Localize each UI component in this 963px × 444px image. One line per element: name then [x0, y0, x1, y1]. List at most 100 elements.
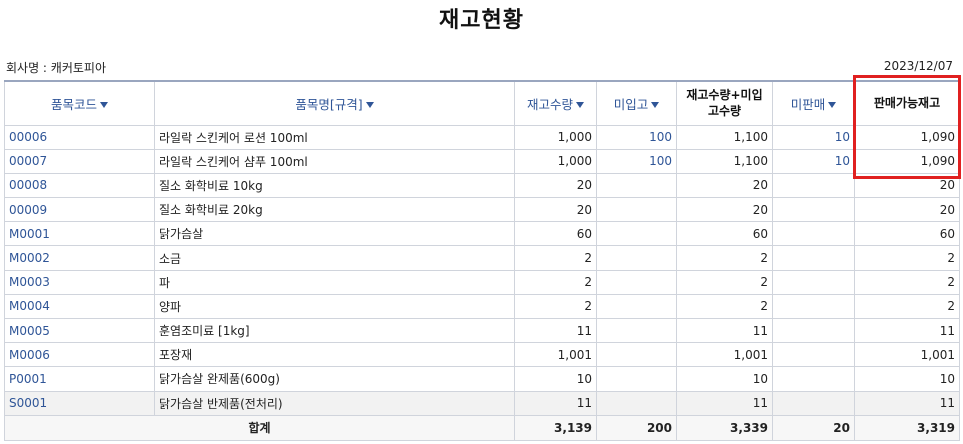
cell-available: 1,090: [854, 124, 960, 150]
cell-total: 11: [676, 317, 773, 344]
cell-unsold: [772, 317, 855, 344]
cell-available: 1,090: [854, 148, 960, 174]
cell-name: 소금: [154, 245, 515, 271]
cell-available: 1,001: [854, 342, 960, 368]
cell-total: 1,001: [676, 342, 773, 368]
column-header-total-line2: 고수량: [707, 104, 742, 119]
table-row[interactable]: M0005 훈염조미료 [1kg] 11 11 11: [4, 317, 960, 344]
cell-stock: 20: [514, 172, 597, 199]
column-header-name[interactable]: 품목명[규격]: [154, 80, 515, 126]
cell-total: 60: [676, 221, 773, 247]
cell-code[interactable]: 00008: [4, 172, 155, 199]
cell-total: 20: [676, 197, 773, 223]
sort-down-icon[interactable]: [100, 102, 108, 109]
table-row[interactable]: S0001 닭가슴살 반제품(전처리) 11 11 11: [4, 390, 960, 416]
table-row[interactable]: M0006 포장재 1,001 1,001 1,001: [4, 342, 960, 368]
cell-stock: 1,000: [514, 148, 597, 174]
table-row[interactable]: 00006 라일락 스킨케어 로션 100ml 1,000 100 1,100 10 1,0…: [4, 124, 960, 150]
cell-available: 11: [854, 317, 960, 344]
inventory-table: 품목코드 품목명[규격] 재고수량 미입고 재고수량+미입 고수량 미판매 판매…: [4, 80, 960, 441]
cell-total: 2: [676, 269, 773, 295]
cell-incoming: [596, 172, 677, 199]
cell-stock: 2: [514, 293, 597, 320]
cell-code[interactable]: M0006: [4, 342, 155, 368]
cell-code[interactable]: 00009: [4, 197, 155, 223]
table-body: 00006 라일락 스킨케어 로션 100ml 1,000 100 1,100 10 1,0…: [4, 124, 960, 416]
cell-unsold: [772, 390, 855, 416]
cell-name: 양파: [154, 293, 515, 320]
cell-name: 질소 화학비료 10kg: [154, 172, 515, 199]
table-row[interactable]: 00009 질소 화학비료 20kg 20 20 20: [4, 197, 960, 223]
table-row[interactable]: M0004 양파 2 2 2: [4, 293, 960, 320]
cell-incoming: [596, 317, 677, 344]
cell-unsold: 10: [772, 124, 855, 150]
cell-name: 포장재: [154, 342, 515, 368]
cell-code[interactable]: M0001: [4, 221, 155, 247]
cell-name: 닭가슴살 완제품(600g): [154, 366, 515, 392]
cell-total: 1,100: [676, 124, 773, 150]
cell-name: 질소 화학비료 20kg: [154, 197, 515, 223]
cell-unsold: [772, 172, 855, 199]
cell-available: 10: [854, 366, 960, 392]
cell-stock: 11: [514, 317, 597, 344]
cell-incoming: 100: [596, 124, 677, 150]
cell-name: 라일락 스킨케어 로션 100ml: [154, 124, 515, 150]
table-row[interactable]: M0002 소금 2 2 2: [4, 245, 960, 271]
cell-stock: 1,000: [514, 124, 597, 150]
column-header-incoming[interactable]: 미입고: [596, 80, 677, 126]
company-name: 회사명 : 캐커토피아: [6, 61, 106, 75]
sort-down-icon[interactable]: [365, 102, 374, 109]
sort-down-icon[interactable]: [828, 102, 837, 109]
sort-down-icon[interactable]: [576, 102, 584, 109]
cell-incoming: [596, 366, 677, 392]
table-row[interactable]: 00007 라일락 스킨케어 샴푸 100ml 1,000 100 1,100 10 1,0…: [4, 148, 960, 174]
column-header-incoming-label: 미입고: [613, 96, 649, 112]
table-row[interactable]: M0001 닭가슴살 60 60 60: [4, 221, 960, 247]
cell-code[interactable]: 00007: [4, 148, 155, 174]
cell-name: 훈염조미료 [1kg]: [154, 317, 515, 344]
totals-label: 합계: [4, 414, 515, 441]
cell-name: 파: [154, 269, 515, 295]
cell-available: 60: [854, 221, 960, 247]
cell-code[interactable]: P0001: [4, 366, 155, 392]
column-header-code[interactable]: 품목코드: [4, 80, 155, 126]
cell-code[interactable]: 00006: [4, 124, 155, 150]
table-row[interactable]: M0003 파 2 2 2: [4, 269, 960, 295]
cell-unsold: [772, 366, 855, 392]
totals-unsold: 20: [772, 414, 855, 441]
cell-available: 11: [854, 390, 960, 416]
cell-code[interactable]: M0003: [4, 269, 155, 295]
cell-total: 11: [676, 390, 773, 416]
table-row[interactable]: 00008 질소 화학비료 10kg 20 20 20: [4, 172, 960, 199]
cell-incoming: [596, 293, 677, 320]
cell-available: 2: [854, 269, 960, 295]
table-row[interactable]: P0001 닭가슴살 완제품(600g) 10 10 10: [4, 366, 960, 392]
column-header-code-label: 품목코드: [50, 96, 97, 112]
report-title: 재고현황: [439, 8, 524, 33]
cell-incoming: 100: [596, 148, 677, 174]
cell-stock: 1,001: [514, 342, 597, 368]
cell-stock: 2: [514, 245, 597, 271]
column-header-name-label: 품목명[규격]: [295, 96, 363, 112]
cell-stock: 11: [514, 390, 597, 416]
cell-code[interactable]: S0001: [4, 390, 155, 416]
cell-total: 20: [676, 172, 773, 199]
cell-code[interactable]: M0002: [4, 245, 155, 271]
cell-stock: 2: [514, 269, 597, 295]
column-header-total: 재고수량+미입 고수량: [676, 80, 773, 126]
column-header-unsold[interactable]: 미판매: [772, 80, 855, 126]
cell-code[interactable]: M0004: [4, 293, 155, 320]
cell-stock: 10: [514, 366, 597, 392]
column-header-stock[interactable]: 재고수량: [514, 80, 597, 126]
cell-stock: 20: [514, 197, 597, 223]
report-date: 2023/12/07: [883, 59, 953, 73]
column-header-available-label: 판매가능재고: [873, 96, 941, 111]
cell-available: 20: [854, 172, 960, 199]
cell-code[interactable]: M0005: [4, 317, 155, 344]
totals-total: 3,339: [676, 414, 773, 441]
cell-unsold: [772, 221, 855, 247]
cell-unsold: [772, 197, 855, 223]
cell-incoming: [596, 197, 677, 223]
sort-down-icon[interactable]: [651, 102, 660, 109]
column-header-total-line1: 재고수량+미입: [686, 88, 763, 103]
